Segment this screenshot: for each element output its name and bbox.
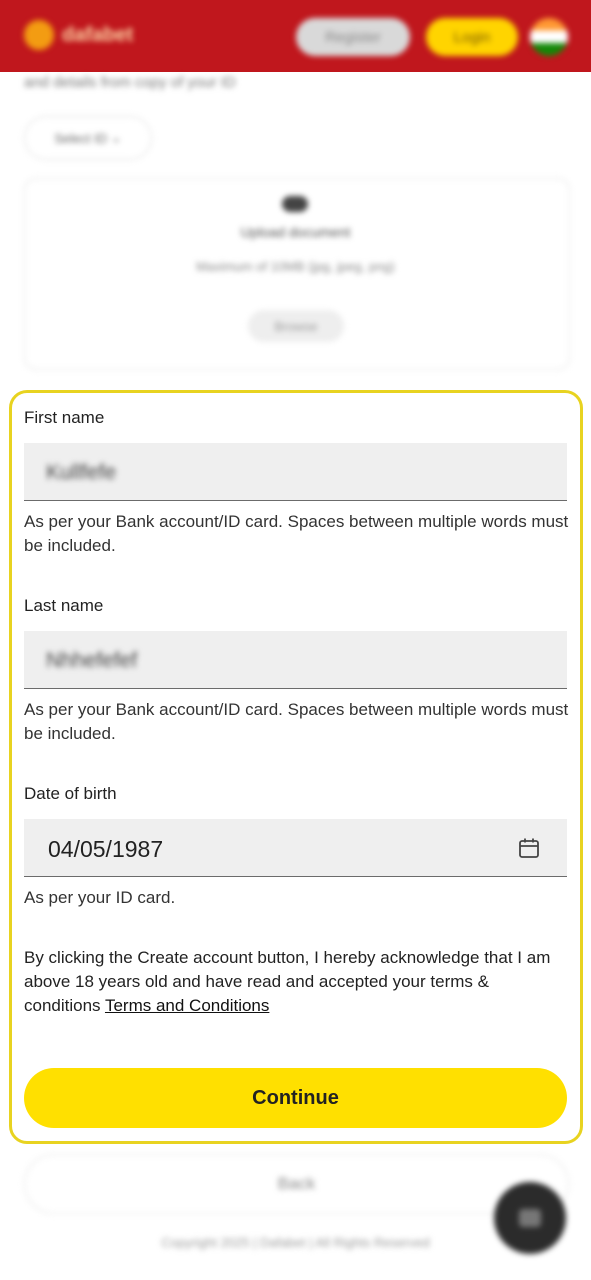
logo-mark-icon xyxy=(24,20,54,50)
dob-value: 04/05/1987 xyxy=(48,836,164,862)
calendar-icon[interactable] xyxy=(517,836,541,860)
dob-field[interactable]: 04/05/1987 xyxy=(24,819,567,877)
select-id-label: Select ID xyxy=(54,130,108,146)
dob-helper: As per your ID card. xyxy=(24,888,176,907)
last-name-value: Nhhefefef xyxy=(46,649,138,672)
logo-text: dafabet xyxy=(62,23,134,46)
terms-link[interactable]: Terms and Conditions xyxy=(105,996,269,1015)
first-name-label: First name xyxy=(24,408,105,427)
register-button[interactable]: Register xyxy=(296,18,410,56)
upload-title: Upload document xyxy=(240,224,351,240)
logo[interactable]: dafabet xyxy=(24,20,133,50)
continue-button[interactable]: Continue xyxy=(24,1068,567,1128)
chat-button[interactable] xyxy=(494,1182,566,1254)
back-button[interactable]: Back xyxy=(24,1154,569,1214)
dob-label: Date of birth xyxy=(24,784,117,803)
india-flag-icon[interactable] xyxy=(530,18,568,56)
last-name-field[interactable]: Nhhefefef xyxy=(24,631,567,689)
upload-subtitle: Maximum of 10MB (jpg, jpeg, png) xyxy=(196,259,395,274)
first-name-value: Kullfefe xyxy=(46,461,117,484)
first-name-field[interactable]: Kullfefe xyxy=(24,443,567,501)
personal-details-form xyxy=(9,390,583,1144)
select-id-dropdown[interactable]: Select ID ⌄ xyxy=(24,116,152,160)
chat-icon xyxy=(519,1209,541,1227)
first-name-helper: As per your Bank account/ID card. Spaces… xyxy=(24,512,569,555)
cloud-upload-icon xyxy=(282,196,308,212)
terms-statement: By clicking the Create account button, I… xyxy=(24,948,551,1015)
login-button[interactable]: Login xyxy=(426,18,518,56)
chevron-down-icon: ⌄ xyxy=(107,130,122,145)
top-header: dafabet Register Login xyxy=(0,0,591,72)
last-name-helper: As per your Bank account/ID card. Spaces… xyxy=(24,700,569,743)
upload-intro-text: and details from copy of your ID xyxy=(24,74,236,91)
browse-button[interactable]: Browse xyxy=(248,310,344,342)
last-name-label: Last name xyxy=(24,596,104,615)
terms-text: By clicking the Create account button, I… xyxy=(24,946,569,1018)
